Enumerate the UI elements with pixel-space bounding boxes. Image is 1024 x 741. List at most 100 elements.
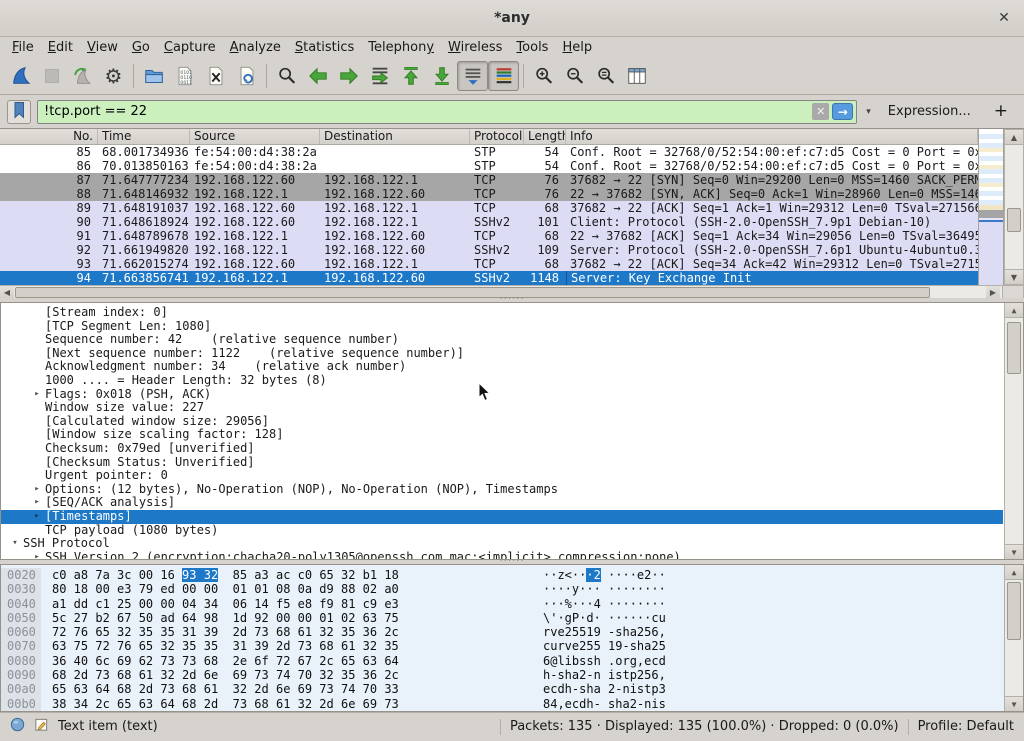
packet-list-vscrollbar[interactable]: ▲ ▼: [1004, 129, 1024, 285]
detail-line[interactable]: TCP payload (1080 bytes): [1, 524, 1003, 538]
hex-row-0030[interactable]: 003080 18 00 e3 79 ed 00 00 01 01 08 0a …: [1, 582, 1023, 596]
hex-scroll-thumb[interactable]: [1007, 582, 1021, 640]
hex-row-00b0[interactable]: 00b038 34 2c 65 63 64 68 2d 73 68 61 32 …: [1, 697, 1023, 711]
intelligent-scrollbar-minimap[interactable]: [978, 129, 1004, 285]
menu-analyze[interactable]: Analyze: [223, 39, 288, 56]
hex-row-0020[interactable]: 0020c0 a8 7a 3c 00 16 93 32 85 a3 ac c0 …: [1, 568, 1023, 582]
packet-list-scroll-thumb[interactable]: [1007, 208, 1021, 232]
packet-row-88[interactable]: 8871.648146932192.168.122.1192.168.122.6…: [0, 187, 978, 201]
menu-file[interactable]: File: [5, 39, 41, 56]
details-scroll-thumb[interactable]: [1007, 322, 1021, 374]
zoom-in-button[interactable]: [528, 61, 559, 91]
hex-row-00a0[interactable]: 00a065 63 64 68 2d 73 68 61 32 2d 6e 69 …: [1, 682, 1023, 696]
detail-line[interactable]: [Calculated window size: 29056]: [1, 415, 1003, 429]
start-capture-button[interactable]: [5, 61, 36, 91]
detail-line[interactable]: Window size value: 227: [1, 401, 1003, 415]
detail-line[interactable]: ▸Flags: 0x018 (PSH, ACK): [1, 388, 1003, 402]
go-first-packet-button[interactable]: [395, 61, 426, 91]
column-header-no[interactable]: No.: [0, 129, 98, 144]
detail-line[interactable]: [Stream index: 0]: [1, 306, 1003, 320]
add-filter-button[interactable]: +: [985, 101, 1017, 123]
hex-vscrollbar[interactable]: ▲ ▼: [1004, 564, 1024, 712]
column-header-protocol[interactable]: Protocol: [470, 129, 524, 144]
go-forward-button[interactable]: [333, 61, 364, 91]
packet-row-86[interactable]: 8670.013850163fe:54:00:d4:38:2aSTP54Conf…: [0, 159, 978, 173]
menu-go[interactable]: Go: [125, 39, 157, 56]
hex-row-0070[interactable]: 007063 75 72 76 65 32 35 35 31 39 2d 73 …: [1, 639, 1023, 653]
detail-line[interactable]: Urgent pointer: 0: [1, 469, 1003, 483]
column-header-destination[interactable]: Destination: [320, 129, 470, 144]
stop-capture-button[interactable]: [36, 61, 67, 91]
column-header-info[interactable]: Info: [566, 129, 978, 144]
packet-row-85[interactable]: 8568.001734936fe:54:00:d4:38:2aSTP54Conf…: [0, 145, 978, 159]
packet-row-92[interactable]: 9271.661949820192.168.122.1192.168.122.6…: [0, 243, 978, 257]
detail-line[interactable]: Acknowledgment number: 34 (relative ack …: [1, 360, 1003, 374]
scroll-up-icon[interactable]: ▲: [1005, 130, 1023, 145]
menu-help[interactable]: Help: [555, 39, 599, 56]
hex-row-0050[interactable]: 00505c 27 b2 67 50 ad 64 98 1d 92 00 00 …: [1, 611, 1023, 625]
packet-row-94[interactable]: 9471.663856741192.168.122.1192.168.122.6…: [0, 271, 978, 285]
restart-capture-button[interactable]: [67, 61, 98, 91]
detail-line[interactable]: ▸[SEQ/ACK analysis]: [1, 496, 1003, 510]
colorize-packets-button[interactable]: [488, 61, 519, 91]
go-to-packet-button[interactable]: [364, 61, 395, 91]
expander-icon[interactable]: ▾: [7, 537, 23, 551]
menu-edit[interactable]: Edit: [41, 39, 80, 56]
menu-wireless[interactable]: Wireless: [441, 39, 509, 56]
expert-info-icon[interactable]: [10, 717, 25, 736]
menu-statistics[interactable]: Statistics: [288, 39, 361, 56]
scroll-up-icon[interactable]: ▲: [1005, 565, 1023, 580]
go-back-button[interactable]: [302, 61, 333, 91]
find-packet-button[interactable]: [271, 61, 302, 91]
zoom-reset-button[interactable]: [590, 61, 621, 91]
detail-line[interactable]: Checksum: 0x79ed [unverified]: [1, 442, 1003, 456]
scroll-up-icon[interactable]: ▲: [1005, 303, 1023, 318]
expander-icon[interactable]: ▸: [29, 496, 45, 510]
save-file-button[interactable]: 010101100011: [169, 61, 200, 91]
display-filter-input[interactable]: [44, 104, 809, 119]
column-header-source[interactable]: Source: [190, 129, 320, 144]
zoom-out-button[interactable]: [559, 61, 590, 91]
expander-icon[interactable]: ▸: [29, 510, 45, 524]
expander-icon[interactable]: ▸: [29, 388, 45, 402]
reload-file-button[interactable]: [231, 61, 262, 91]
expression-button[interactable]: Expression...: [880, 104, 979, 119]
go-last-packet-button[interactable]: [426, 61, 457, 91]
auto-scroll-button[interactable]: [457, 61, 488, 91]
packet-list-hscroll-thumb[interactable]: [15, 287, 930, 298]
hex-row-0060[interactable]: 006072 76 65 32 35 35 31 39 2d 73 68 61 …: [1, 625, 1023, 639]
menu-view[interactable]: View: [80, 39, 125, 56]
open-file-button[interactable]: [138, 61, 169, 91]
expander-icon[interactable]: ▸: [29, 483, 45, 497]
packet-row-90[interactable]: 9071.648618924192.168.122.60192.168.122.…: [0, 215, 978, 229]
packet-row-91[interactable]: 9171.648789678192.168.122.1192.168.122.6…: [0, 229, 978, 243]
scroll-down-icon[interactable]: ▼: [1005, 544, 1023, 559]
hex-row-0080[interactable]: 008036 40 6c 69 62 73 73 68 2e 6f 72 67 …: [1, 654, 1023, 668]
detail-line[interactable]: 1000 .... = Header Length: 32 bytes (8): [1, 374, 1003, 388]
packet-row-87[interactable]: 8771.647777234192.168.122.60192.168.122.…: [0, 173, 978, 187]
close-file-button[interactable]: [200, 61, 231, 91]
filter-clear-button[interactable]: ✕: [812, 103, 829, 120]
detail-line[interactable]: ▸[Timestamps]: [1, 510, 1003, 524]
detail-line[interactable]: [Next sequence number: 1122 (relative se…: [1, 347, 1003, 361]
packet-row-89[interactable]: 8971.648191037192.168.122.60192.168.122.…: [0, 201, 978, 215]
detail-line[interactable]: [Window size scaling factor: 128]: [1, 428, 1003, 442]
detail-line[interactable]: ▸Options: (12 bytes), No-Operation (NOP)…: [1, 483, 1003, 497]
capture-comment-icon[interactable]: [34, 717, 49, 736]
expander-icon[interactable]: ▸: [29, 551, 45, 560]
capture-options-button[interactable]: ⚙: [98, 61, 129, 91]
column-header-length[interactable]: Length: [524, 129, 566, 144]
hex-row-0040[interactable]: 0040a1 dd c1 25 00 00 04 34 06 14 f5 e8 …: [1, 597, 1023, 611]
menu-capture[interactable]: Capture: [157, 39, 223, 56]
detail-line[interactable]: Sequence number: 42 (relative sequence n…: [1, 333, 1003, 347]
filter-bookmark-button[interactable]: [7, 100, 31, 124]
column-header-time[interactable]: Time: [98, 129, 190, 144]
filter-apply-button[interactable]: →: [832, 103, 853, 120]
detail-line[interactable]: [Checksum Status: Unverified]: [1, 456, 1003, 470]
detail-line[interactable]: ▾SSH Protocol: [1, 537, 1003, 551]
menu-telephony[interactable]: Telephony: [361, 39, 441, 56]
details-vscrollbar[interactable]: ▲ ▼: [1004, 302, 1024, 560]
filter-history-dropdown[interactable]: ▾: [863, 107, 874, 117]
scroll-down-icon[interactable]: ▼: [1005, 696, 1023, 711]
close-window-button[interactable]: ✕: [995, 9, 1013, 27]
